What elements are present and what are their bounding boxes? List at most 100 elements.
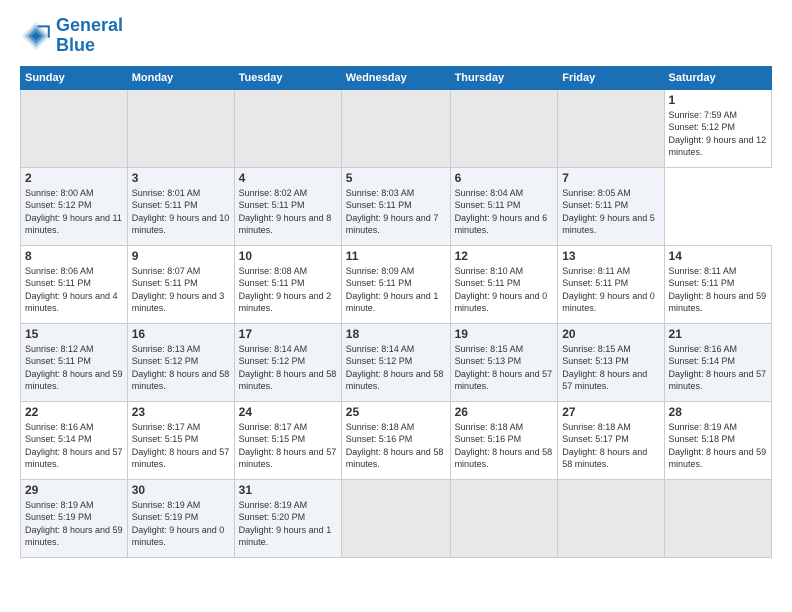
calendar-cell: 30 Sunrise: 8:19 AMSunset: 5:19 PMDayligh… xyxy=(127,479,234,557)
calendar-week-row: 22Sunrise: 8:16 AMSunset: 5:14 PMDayligh… xyxy=(21,401,772,479)
calendar-cell xyxy=(127,89,234,167)
calendar-cell xyxy=(234,89,341,167)
day-number: 5 xyxy=(346,171,446,185)
day-number: 20 xyxy=(562,327,659,341)
cell-info: Sunrise: 8:14 AMSunset: 5:12 PMDaylight:… xyxy=(239,343,337,393)
day-number: 15 xyxy=(25,327,123,341)
calendar-body: 1Sunrise: 7:59 AMSunset: 5:12 PMDaylight… xyxy=(21,89,772,557)
header: General Blue xyxy=(20,16,772,56)
calendar: SundayMondayTuesdayWednesdayThursdayFrid… xyxy=(20,66,772,558)
calendar-cell xyxy=(341,479,450,557)
calendar-cell: 8 Sunrise: 8:06 AMSunset: 5:11 PMDaylight… xyxy=(21,245,128,323)
day-header: Sunday xyxy=(21,66,128,89)
cell-info: Sunrise: 8:01 AMSunset: 5:11 PMDaylight:… xyxy=(132,187,230,237)
calendar-cell: 22Sunrise: 8:16 AMSunset: 5:14 PMDayligh… xyxy=(21,401,128,479)
calendar-cell: 28Sunrise: 8:19 AMSunset: 5:18 PMDayligh… xyxy=(664,401,771,479)
cell-info: Sunrise: 8:15 AMSunset: 5:13 PMDaylight:… xyxy=(455,343,554,393)
cell-info: Sunrise: 8:19 AMSunset: 5:19 PMDaylight:… xyxy=(132,499,230,549)
calendar-cell: 3 Sunrise: 8:01 AMSunset: 5:11 PMDaylight… xyxy=(127,167,234,245)
calendar-cell: 18Sunrise: 8:14 AMSunset: 5:12 PMDayligh… xyxy=(341,323,450,401)
calendar-week-row: 29 Sunrise: 8:19 AMSunset: 5:19 PMDayligh… xyxy=(21,479,772,557)
day-number: 17 xyxy=(239,327,337,341)
cell-info: Sunrise: 8:04 AMSunset: 5:11 PMDaylight:… xyxy=(455,187,554,237)
calendar-cell: 12Sunrise: 8:10 AMSunset: 5:11 PMDayligh… xyxy=(450,245,558,323)
day-header: Friday xyxy=(558,66,664,89)
calendar-cell: 5 Sunrise: 8:03 AMSunset: 5:11 PMDaylight… xyxy=(341,167,450,245)
day-header: Monday xyxy=(127,66,234,89)
day-number: 16 xyxy=(132,327,230,341)
calendar-cell: 26 Sunrise: 8:18 AMSunset: 5:16 PMDayligh… xyxy=(450,401,558,479)
cell-info: Sunrise: 8:10 AMSunset: 5:11 PMDaylight:… xyxy=(455,265,554,315)
cell-info: Sunrise: 8:19 AMSunset: 5:19 PMDaylight:… xyxy=(25,499,123,549)
day-number: 21 xyxy=(669,327,767,341)
calendar-cell: 27 Sunrise: 8:18 AMSunset: 5:17 PMDayligh… xyxy=(558,401,664,479)
day-number: 4 xyxy=(239,171,337,185)
calendar-cell: 13 Sunrise: 8:11 AMSunset: 5:11 PMDayligh… xyxy=(558,245,664,323)
day-header: Wednesday xyxy=(341,66,450,89)
cell-info: Sunrise: 8:16 AMSunset: 5:14 PMDaylight:… xyxy=(669,343,767,393)
day-number: 26 xyxy=(455,405,554,419)
calendar-cell: 16 Sunrise: 8:13 AMSunset: 5:12 PMDayligh… xyxy=(127,323,234,401)
calendar-cell: 4 Sunrise: 8:02 AMSunset: 5:11 PMDaylight… xyxy=(234,167,341,245)
day-number: 9 xyxy=(132,249,230,263)
day-number: 6 xyxy=(455,171,554,185)
day-number: 13 xyxy=(562,249,659,263)
day-number: 30 xyxy=(132,483,230,497)
day-number: 23 xyxy=(132,405,230,419)
calendar-week-row: 15Sunrise: 8:12 AMSunset: 5:11 PMDayligh… xyxy=(21,323,772,401)
day-number: 25 xyxy=(346,405,446,419)
calendar-cell xyxy=(450,89,558,167)
cell-info: Sunrise: 8:13 AMSunset: 5:12 PMDaylight:… xyxy=(132,343,230,393)
day-header: Tuesday xyxy=(234,66,341,89)
cell-info: Sunrise: 8:17 AMSunset: 5:15 PMDaylight:… xyxy=(132,421,230,471)
cell-info: Sunrise: 8:03 AMSunset: 5:11 PMDaylight:… xyxy=(346,187,446,237)
calendar-cell: 23 Sunrise: 8:17 AMSunset: 5:15 PMDayligh… xyxy=(127,401,234,479)
calendar-cell: 19 Sunrise: 8:15 AMSunset: 5:13 PMDayligh… xyxy=(450,323,558,401)
cell-info: Sunrise: 8:18 AMSunset: 5:16 PMDaylight:… xyxy=(455,421,554,471)
logo-icon xyxy=(20,20,52,52)
calendar-cell xyxy=(664,479,771,557)
day-number: 27 xyxy=(562,405,659,419)
calendar-cell: 10Sunrise: 8:08 AMSunset: 5:11 PMDayligh… xyxy=(234,245,341,323)
day-number: 24 xyxy=(239,405,337,419)
cell-info: Sunrise: 7:59 AMSunset: 5:12 PMDaylight:… xyxy=(669,109,767,159)
calendar-cell: 15Sunrise: 8:12 AMSunset: 5:11 PMDayligh… xyxy=(21,323,128,401)
calendar-cell xyxy=(450,479,558,557)
cell-info: Sunrise: 8:18 AMSunset: 5:17 PMDaylight:… xyxy=(562,421,659,471)
page: General Blue SundayMondayTuesdayWednesda… xyxy=(0,0,792,612)
day-number: 31 xyxy=(239,483,337,497)
cell-info: Sunrise: 8:09 AMSunset: 5:11 PMDaylight:… xyxy=(346,265,446,315)
calendar-cell: 11Sunrise: 8:09 AMSunset: 5:11 PMDayligh… xyxy=(341,245,450,323)
calendar-cell: 31 Sunrise: 8:19 AMSunset: 5:20 PMDayligh… xyxy=(234,479,341,557)
day-number: 3 xyxy=(132,171,230,185)
calendar-cell: 24Sunrise: 8:17 AMSunset: 5:15 PMDayligh… xyxy=(234,401,341,479)
cell-info: Sunrise: 8:15 AMSunset: 5:13 PMDaylight:… xyxy=(562,343,659,393)
day-number: 2 xyxy=(25,171,123,185)
cell-info: Sunrise: 8:19 AMSunset: 5:20 PMDaylight:… xyxy=(239,499,337,549)
cell-info: Sunrise: 8:00 AMSunset: 5:12 PMDaylight:… xyxy=(25,187,123,237)
day-number: 29 xyxy=(25,483,123,497)
calendar-week-row: 1Sunrise: 7:59 AMSunset: 5:12 PMDaylight… xyxy=(21,89,772,167)
cell-info: Sunrise: 8:02 AMSunset: 5:11 PMDaylight:… xyxy=(239,187,337,237)
calendar-cell: 6 Sunrise: 8:04 AMSunset: 5:11 PMDaylight… xyxy=(450,167,558,245)
calendar-cell xyxy=(21,89,128,167)
day-number: 14 xyxy=(669,249,767,263)
day-number: 8 xyxy=(25,249,123,263)
day-number: 22 xyxy=(25,405,123,419)
cell-info: Sunrise: 8:11 AMSunset: 5:11 PMDaylight:… xyxy=(562,265,659,315)
day-header: Thursday xyxy=(450,66,558,89)
cell-info: Sunrise: 8:11 AMSunset: 5:11 PMDaylight:… xyxy=(669,265,767,315)
calendar-cell: 7Sunrise: 8:05 AMSunset: 5:11 PMDaylight… xyxy=(558,167,664,245)
day-number: 19 xyxy=(455,327,554,341)
day-number: 7 xyxy=(562,171,659,185)
calendar-cell: 29 Sunrise: 8:19 AMSunset: 5:19 PMDayligh… xyxy=(21,479,128,557)
cell-info: Sunrise: 8:14 AMSunset: 5:12 PMDaylight:… xyxy=(346,343,446,393)
calendar-cell: 21 Sunrise: 8:16 AMSunset: 5:14 PMDayligh… xyxy=(664,323,771,401)
calendar-cell: 14 Sunrise: 8:11 AMSunset: 5:11 PMDayligh… xyxy=(664,245,771,323)
calendar-cell: 25Sunrise: 8:18 AMSunset: 5:16 PMDayligh… xyxy=(341,401,450,479)
calendar-week-row: 2 Sunrise: 8:00 AMSunset: 5:12 PMDaylight… xyxy=(21,167,772,245)
cell-info: Sunrise: 8:06 AMSunset: 5:11 PMDaylight:… xyxy=(25,265,123,315)
day-number: 28 xyxy=(669,405,767,419)
calendar-cell xyxy=(558,89,664,167)
calendar-header-row: SundayMondayTuesdayWednesdayThursdayFrid… xyxy=(21,66,772,89)
